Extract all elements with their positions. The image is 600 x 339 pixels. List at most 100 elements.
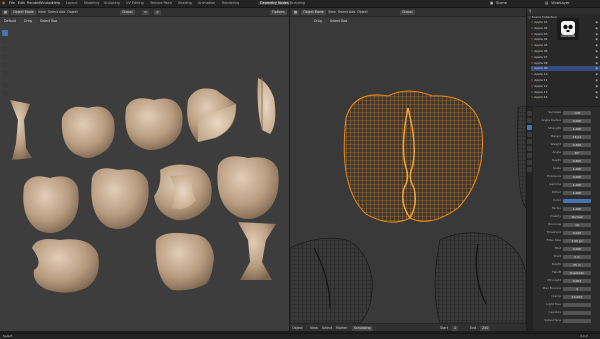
apple-whole-piece-4 bbox=[91, 168, 149, 229]
tab-world-icon[interactable] bbox=[527, 146, 532, 151]
scene-name[interactable]: Scene bbox=[496, 1, 507, 5]
property-row: Subsurface bbox=[535, 318, 599, 323]
property-field[interactable]: 1.50 px bbox=[563, 238, 591, 243]
visibility-icon[interactable]: ◉ bbox=[595, 26, 598, 30]
property-field[interactable]: 12 bbox=[563, 222, 591, 227]
outliner-item[interactable]: ▽ Apple 09 ◉ bbox=[531, 66, 600, 71]
tab-output-icon[interactable] bbox=[527, 125, 532, 130]
property-field[interactable]: Quadratic bbox=[563, 270, 591, 275]
visibility-icon[interactable]: ◉ bbox=[595, 84, 598, 88]
visibility-icon[interactable]: ◉ bbox=[595, 78, 598, 82]
visibility-icon[interactable]: ◉ bbox=[595, 90, 598, 94]
blender-logo-icon[interactable]: ◉ bbox=[2, 1, 5, 5]
property-field[interactable]: 30° bbox=[563, 150, 591, 155]
tab-render-icon[interactable] bbox=[527, 118, 532, 123]
filter-icon[interactable]: ⚲ bbox=[529, 9, 531, 14]
property-field[interactable] bbox=[563, 302, 591, 307]
tab-shading[interactable]: Shading bbox=[178, 1, 192, 5]
property-field[interactable] bbox=[563, 310, 591, 315]
property-label: Dither bbox=[551, 190, 561, 194]
outliner-item[interactable]: ▽ Apple 13 ◉ bbox=[531, 90, 600, 94]
right-viewport[interactable]: ▦ Object Mode View Select Add Object Glo… bbox=[290, 8, 526, 331]
property-label: Samples bbox=[548, 110, 561, 114]
visibility-icon[interactable]: ◉ bbox=[595, 72, 598, 76]
tab-scripting[interactable]: Scripting bbox=[290, 1, 305, 5]
property-row: Margin 16 px bbox=[535, 134, 599, 139]
property-field[interactable]: 0.001 bbox=[563, 278, 591, 283]
outliner-item[interactable]: ▽ Apple 12 ◉ bbox=[531, 84, 600, 88]
visibility-icon[interactable]: ◉ bbox=[595, 55, 598, 59]
visibility-icon[interactable]: ◉ bbox=[595, 49, 598, 53]
tab-sculpting[interactable]: Sculpting bbox=[104, 1, 120, 5]
tab-scene-icon[interactable] bbox=[527, 139, 532, 144]
property-field[interactable]: 1.000 bbox=[563, 206, 591, 211]
tab-animation[interactable]: Animation bbox=[198, 1, 215, 5]
tab-layout[interactable]: Layout bbox=[66, 1, 78, 5]
property-field[interactable]: 1.000 bbox=[563, 182, 591, 187]
end-frame-field[interactable]: 250 bbox=[480, 325, 491, 331]
property-field[interactable]: 1.000 bbox=[563, 126, 591, 131]
property-field[interactable]: 128 bbox=[563, 110, 591, 115]
visibility-icon[interactable]: ◉ bbox=[595, 37, 598, 41]
timeline-menu-marker[interactable]: Marker bbox=[336, 326, 347, 331]
property-field[interactable]: 0.000 bbox=[563, 118, 591, 123]
visibility-icon[interactable]: ◉ bbox=[595, 32, 598, 36]
outliner-item-label: Apple 05 bbox=[534, 43, 548, 48]
outliner-item[interactable]: ▽ Apple 06 ◉ bbox=[531, 49, 600, 53]
visibility-icon[interactable]: ◉ bbox=[595, 66, 598, 70]
visibility-icon[interactable]: ◉ bbox=[595, 95, 598, 99]
property-row: Angle 30° bbox=[535, 150, 599, 155]
outliner-item[interactable]: ▽ Apple 07 ◉ bbox=[531, 55, 600, 59]
property-field[interactable]: 10.000 bbox=[563, 294, 591, 299]
visibility-icon[interactable]: ◉ bbox=[595, 20, 598, 24]
apple-whole-piece-3 bbox=[23, 176, 79, 233]
property-field[interactable]: 1.000 bbox=[563, 166, 591, 171]
tab-view-layer-icon[interactable] bbox=[527, 132, 532, 137]
tab-texture-paint[interactable]: Texture Paint bbox=[150, 1, 172, 5]
property-row: Min Light 0.001 bbox=[535, 278, 599, 283]
tab-modeling[interactable]: Modeling bbox=[84, 1, 99, 5]
property-row: Bounces 12 bbox=[535, 222, 599, 227]
visibility-icon[interactable]: ◉ bbox=[595, 61, 598, 65]
tab-modifier-icon[interactable] bbox=[527, 160, 532, 165]
property-field[interactable] bbox=[563, 198, 591, 203]
property-row: Falloff Quadratic bbox=[535, 270, 599, 275]
outliner-item-label: Apple 01 bbox=[534, 20, 548, 24]
timeline-menu-object[interactable]: Object bbox=[292, 326, 303, 331]
timeline-menu-select[interactable]: Select bbox=[322, 326, 332, 331]
property-field[interactable]: 1.000 bbox=[563, 190, 591, 195]
property-field[interactable]: 0.000 bbox=[563, 246, 591, 251]
timeline-menu-view[interactable]: View bbox=[310, 326, 318, 331]
property-field[interactable]: 0.010 bbox=[563, 230, 591, 235]
tab-uv-editing[interactable]: UV Editing bbox=[126, 1, 144, 5]
tab-object-icon[interactable] bbox=[527, 153, 532, 158]
outliner-item[interactable]: ▽ Apple 08 ◉ bbox=[531, 61, 600, 65]
tab-tool-icon[interactable] bbox=[527, 111, 532, 116]
left-viewport[interactable]: ▦ Object Mode View Select Add Object Glo… bbox=[0, 8, 289, 331]
outliner-item[interactable]: ▽ Apple 11 ◉ bbox=[531, 78, 600, 82]
start-frame-field[interactable]: 1 bbox=[452, 325, 459, 331]
outliner-item[interactable]: ▽ Apple 05 ◉ bbox=[531, 43, 600, 47]
outliner-item[interactable]: ▽ Apple 10 ◉ bbox=[531, 72, 600, 76]
menu-file[interactable]: File bbox=[9, 1, 15, 5]
tab-geometry-nodes[interactable]: Geometry Nodes bbox=[258, 1, 291, 5]
tab-material-icon[interactable] bbox=[527, 167, 532, 172]
property-field[interactable]: 4 bbox=[563, 286, 591, 291]
property-field[interactable]: 0.000 bbox=[563, 174, 591, 179]
tab-rendering[interactable]: Rendering bbox=[222, 1, 239, 5]
menu-render[interactable]: Render bbox=[27, 1, 40, 5]
property-field[interactable] bbox=[563, 318, 591, 323]
property-field[interactable]: 0.500 bbox=[563, 142, 591, 147]
outliner-item-label: Apple 02 bbox=[534, 25, 548, 30]
property-field[interactable]: 25 m bbox=[563, 262, 591, 267]
property-field[interactable]: 0.800 bbox=[563, 158, 591, 163]
view-layer-name[interactable]: ViewLayer bbox=[551, 1, 570, 5]
menu-help[interactable]: Help bbox=[52, 1, 60, 5]
menu-edit[interactable]: Edit bbox=[18, 1, 25, 5]
outliner-item[interactable]: ▽ Apple 14 ◉ bbox=[531, 95, 600, 99]
property-field[interactable]: 16 px bbox=[563, 134, 591, 139]
property-field[interactable]: Normal bbox=[563, 214, 591, 219]
visibility-icon[interactable]: ◉ bbox=[595, 43, 598, 47]
property-field[interactable]: 5 m bbox=[563, 254, 591, 259]
scrubbing-toggle[interactable]: Scrubbing bbox=[352, 325, 373, 331]
